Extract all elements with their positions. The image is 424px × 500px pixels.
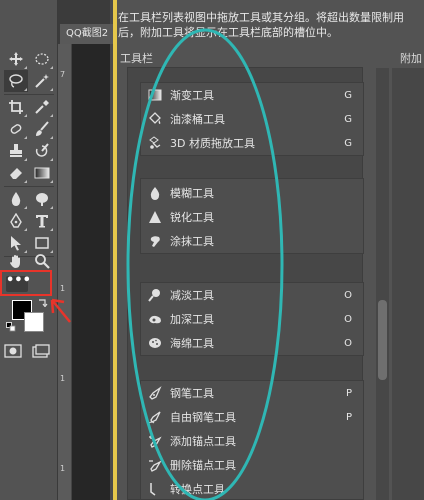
ruler-mark: 7	[60, 70, 66, 79]
marquee-tool-icon[interactable]	[30, 48, 54, 70]
sponge-icon	[148, 336, 162, 350]
ruler-mark: 1	[60, 284, 66, 293]
magic-wand-tool-icon[interactable]	[30, 70, 54, 92]
history-brush-tool-icon[interactable]	[30, 140, 54, 162]
dialog-description: 在工具栏列表视图中拖放工具或其分组。将超出数量限制用后，附加工具将显示在工具栏底…	[118, 11, 404, 39]
ruler-mark: 1	[60, 464, 66, 473]
3d-material-drop-icon	[148, 136, 162, 150]
vertical-ruler: 7 1 1 1	[58, 44, 72, 500]
list-item[interactable]: 转换点工具	[140, 478, 364, 500]
gradient-tool-icon[interactable]	[30, 162, 54, 184]
add-anchor-icon	[148, 434, 162, 448]
blur-drop-icon	[148, 186, 162, 200]
list-item[interactable]: 添加锚点工具	[140, 430, 364, 452]
dodge-icon	[148, 288, 162, 302]
freeform-pen-icon	[148, 410, 162, 424]
lasso-tool-icon[interactable]	[4, 70, 28, 92]
type-tool-icon[interactable]	[30, 210, 54, 232]
list-item[interactable]: 自由钢笔工具 P	[140, 406, 364, 428]
pen-tool-icon[interactable]	[4, 210, 28, 232]
list-scrollbar[interactable]	[376, 68, 389, 500]
list-item[interactable]: 涂抹工具	[140, 230, 364, 252]
blur-tool-icon[interactable]	[4, 188, 28, 210]
list-item[interactable]: 模糊工具	[140, 182, 364, 204]
list-item[interactable]: 钢笔工具 P	[140, 382, 364, 404]
tools-panel: •••	[0, 0, 58, 500]
toolbar-list-heading: 工具栏	[120, 52, 153, 65]
ruler-mark: 1	[60, 374, 66, 383]
more-button-highlight	[0, 270, 52, 296]
default-colors-icon[interactable]	[6, 322, 16, 332]
hand-tool-icon[interactable]	[4, 250, 28, 272]
quick-mask-icon[interactable]	[4, 344, 22, 358]
list-item[interactable]: 减淡工具 O	[140, 284, 364, 306]
list-item[interactable]: 海绵工具 O	[140, 332, 364, 354]
delete-anchor-icon	[148, 458, 162, 472]
dodge-tool-icon[interactable]	[30, 188, 54, 210]
swap-colors-icon[interactable]	[38, 297, 48, 307]
list-item[interactable]: 渐变工具 G	[140, 84, 364, 106]
pen-icon	[148, 386, 162, 400]
convert-point-icon	[148, 482, 162, 496]
list-item[interactable]: 3D 材质拖放工具 G	[140, 132, 364, 154]
burn-icon	[148, 312, 162, 326]
sharpen-triangle-icon	[148, 210, 162, 224]
clone-stamp-tool-icon[interactable]	[4, 140, 28, 162]
eyedropper-tool-icon[interactable]	[30, 96, 54, 118]
extra-tools-list[interactable]	[392, 68, 424, 500]
paint-bucket-icon	[148, 112, 162, 126]
canvas	[72, 44, 110, 500]
scrollbar-thumb[interactable]	[378, 300, 387, 380]
screen-mode-icon[interactable]	[32, 344, 50, 358]
eraser-tool-icon[interactable]	[4, 162, 28, 184]
move-tool-icon[interactable]	[4, 48, 28, 70]
gradient-icon	[148, 88, 162, 102]
list-item[interactable]: 删除锚点工具	[140, 454, 364, 476]
smudge-finger-icon	[148, 234, 162, 248]
brush-tool-icon[interactable]	[30, 118, 54, 140]
crop-tool-icon[interactable]	[4, 96, 28, 118]
list-item[interactable]: 油漆桶工具 G	[140, 108, 364, 130]
extra-tools-heading: 附加	[400, 52, 422, 65]
document-tab[interactable]: QQ截图2	[60, 24, 116, 44]
healing-brush-tool-icon[interactable]	[4, 118, 28, 140]
background-color-swatch[interactable]	[24, 312, 44, 332]
zoom-tool-icon[interactable]	[30, 250, 54, 272]
list-item[interactable]: 锐化工具	[140, 206, 364, 228]
list-item[interactable]: 加深工具 O	[140, 308, 364, 330]
